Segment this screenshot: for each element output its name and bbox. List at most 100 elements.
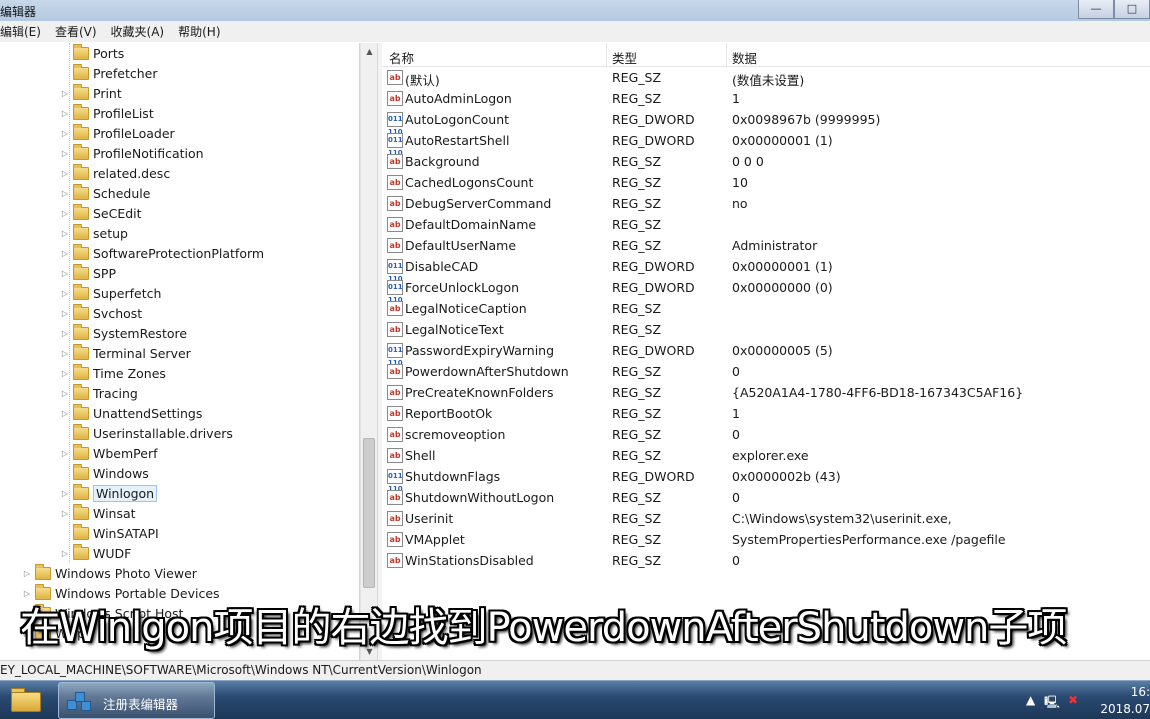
volume-muted-icon[interactable]: ✖ bbox=[1068, 693, 1078, 707]
expand-arrow-icon[interactable]: ▷ bbox=[60, 409, 70, 418]
menu-favorites[interactable]: 收藏夹(A) bbox=[104, 23, 172, 40]
table-row[interactable]: 011 110 AutoLogonCount REG_DWORD 0x0098967b… bbox=[382, 109, 1150, 136]
expand-arrow-icon[interactable]: ▷ bbox=[22, 569, 32, 578]
table-row[interactable]: ab (默认) REG_SZ (数值未设置) bbox=[382, 67, 1150, 88]
tree-node[interactable]: ▷ Svchost bbox=[60, 303, 142, 323]
registry-tree[interactable]: Ports Prefetcher ▷ Print ▷ ProfileList ▷ Profil… bbox=[0, 43, 360, 660]
table-row[interactable]: ab ShutdownWithoutLogon REG_SZ 0 bbox=[382, 487, 1150, 508]
table-row[interactable]: ab LegalNoticeText REG_SZ bbox=[382, 319, 1150, 340]
tree-node[interactable]: Prefetcher bbox=[60, 63, 158, 83]
value-list[interactable]: 名称 类型 数据 ab (默认) REG_SZ (数值未设置) ab AutoAdminL… bbox=[382, 43, 1150, 660]
menu-help[interactable]: 帮助(H) bbox=[171, 23, 227, 40]
column-name-header[interactable]: 名称 bbox=[389, 48, 414, 67]
table-row[interactable]: ab VMApplet REG_SZ SystemPropertiesPerforma… bbox=[382, 529, 1150, 550]
expand-arrow-icon[interactable]: ▷ bbox=[60, 249, 70, 258]
table-row[interactable]: ab DefaultDomainName REG_SZ bbox=[382, 214, 1150, 235]
expand-arrow-icon[interactable]: ▷ bbox=[60, 549, 70, 558]
tree-node[interactable]: ▷ WUDF bbox=[60, 543, 131, 563]
table-row[interactable]: ab LegalNoticeCaption REG_SZ bbox=[382, 298, 1150, 319]
table-row[interactable]: ab ReportBootOk REG_SZ 1 bbox=[382, 403, 1150, 424]
value-name: DisableCAD bbox=[405, 259, 479, 274]
expand-arrow-icon[interactable]: ▷ bbox=[60, 89, 70, 98]
tree-node[interactable]: ▷ ProfileNotification bbox=[60, 143, 204, 163]
show-hidden-icons-icon[interactable]: ▲ bbox=[1026, 693, 1035, 707]
tree-node[interactable]: ▷ setup bbox=[60, 223, 128, 243]
expand-arrow-icon[interactable]: ▷ bbox=[60, 389, 70, 398]
tree-node[interactable]: ▷ SPP bbox=[60, 263, 116, 283]
menu-view[interactable]: 查看(V) bbox=[48, 23, 104, 40]
tree-node[interactable]: ▷ Winsat bbox=[60, 503, 136, 523]
tree-node[interactable]: ▷ SoftwareProtectionPlatform bbox=[60, 243, 264, 263]
tree-node[interactable]: ▷ ProfileList bbox=[60, 103, 154, 123]
tree-node[interactable]: ▷ Time Zones bbox=[60, 363, 166, 383]
video-caption: 在Winlgon项目的右边找到PowerdownAfterShutdown子项 bbox=[20, 605, 1067, 651]
table-row[interactable]: ab DebugServerCommand REG_SZ no bbox=[382, 193, 1150, 214]
expand-arrow-icon[interactable]: ▷ bbox=[60, 349, 70, 358]
value-data: 1 bbox=[732, 406, 740, 421]
minimize-button[interactable]: — bbox=[1078, 0, 1114, 19]
tree-node[interactable]: ▷ Terminal Server bbox=[60, 343, 191, 363]
clock[interactable]: 16: 2018.07 bbox=[1100, 684, 1150, 718]
table-row[interactable]: ab Shell REG_SZ explorer.exe bbox=[382, 445, 1150, 466]
expand-arrow-icon[interactable]: ▷ bbox=[60, 509, 70, 518]
expand-arrow-icon[interactable]: ▷ bbox=[60, 369, 70, 378]
table-row[interactable]: ab Userinit REG_SZ C:\Windows\system32\user… bbox=[382, 508, 1150, 529]
reg-sz-icon: ab bbox=[387, 385, 403, 400]
expand-arrow-icon[interactable]: ▷ bbox=[60, 269, 70, 278]
table-row[interactable]: ab AutoAdminLogon REG_SZ 1 bbox=[382, 88, 1150, 109]
tree-node[interactable]: Windows bbox=[60, 463, 149, 483]
tree-node[interactable]: ▷ UnattendSettings bbox=[60, 403, 202, 423]
expand-arrow-icon[interactable]: ▷ bbox=[60, 329, 70, 338]
table-row[interactable]: ab WinStationsDisabled REG_SZ 0 bbox=[382, 550, 1150, 571]
expand-arrow-icon[interactable]: ▷ bbox=[60, 189, 70, 198]
expand-arrow-icon[interactable]: ▷ bbox=[60, 129, 70, 138]
tree-node[interactable]: ▷ Tracing bbox=[60, 383, 138, 403]
tree-node[interactable]: ▷ SystemRestore bbox=[60, 323, 187, 343]
table-row[interactable]: ab scremoveoption REG_SZ 0 bbox=[382, 424, 1150, 445]
tree-node[interactable]: WinSATAPI bbox=[60, 523, 159, 543]
expand-arrow-icon[interactable]: ▷ bbox=[60, 289, 70, 298]
table-row[interactable]: 011 110 PasswordExpiryWarning REG_DWORD 0x0… bbox=[382, 340, 1150, 367]
expand-arrow-icon[interactable]: ▷ bbox=[60, 489, 70, 498]
scroll-up-icon[interactable]: ▲ bbox=[361, 43, 378, 60]
tree-scrollbar[interactable]: ▲ ▼ bbox=[360, 43, 377, 660]
column-type-header[interactable]: 类型 bbox=[612, 48, 637, 67]
tree-node[interactable]: ▷ WbemPerf bbox=[60, 443, 157, 463]
table-row[interactable]: ab Background REG_SZ 0 0 0 bbox=[382, 151, 1150, 172]
table-row[interactable]: ab PreCreateKnownFolders REG_SZ {A520A1A4-1… bbox=[382, 382, 1150, 403]
value-name: CachedLogonsCount bbox=[405, 175, 534, 190]
scroll-thumb[interactable] bbox=[363, 438, 375, 588]
tree-node[interactable]: ▷ SeCEdit bbox=[60, 203, 142, 223]
tree-node[interactable]: Ports bbox=[60, 43, 124, 63]
maximize-button[interactable]: □ bbox=[1114, 0, 1150, 19]
menu-edit[interactable]: 编辑(E) bbox=[0, 23, 48, 40]
tree-node[interactable]: Userinstallable.drivers bbox=[60, 423, 233, 443]
table-row[interactable]: ab DefaultUserName REG_SZ Administrator bbox=[382, 235, 1150, 256]
expand-arrow-icon[interactable]: ▷ bbox=[60, 109, 70, 118]
tree-node[interactable]: ▷ Windows Photo Viewer bbox=[22, 563, 197, 583]
tree-node[interactable]: ▷ Superfetch bbox=[60, 283, 161, 303]
tree-node[interactable]: ▷ ProfileLoader bbox=[60, 123, 175, 143]
network-icon[interactable]: 🖳 bbox=[1044, 693, 1060, 714]
tree-node[interactable]: ▷ related.desc bbox=[60, 163, 170, 183]
tree-node[interactable]: ▷ Schedule bbox=[60, 183, 150, 203]
table-row[interactable]: ab PowerdownAfterShutdown REG_SZ 0 bbox=[382, 361, 1150, 382]
table-row[interactable]: 011 110 DisableCAD REG_DWORD 0x00000001 (1) bbox=[382, 256, 1150, 283]
table-row[interactable]: 011 110 AutoRestartShell REG_DWORD 0x000000… bbox=[382, 130, 1150, 157]
value-type: REG_SZ bbox=[612, 175, 662, 190]
table-row[interactable]: 011 110 ForceUnlockLogon REG_DWORD 0x000000… bbox=[382, 277, 1150, 304]
explorer-folder-icon[interactable] bbox=[8, 685, 44, 716]
table-row[interactable]: ab CachedLogonsCount REG_SZ 10 bbox=[382, 172, 1150, 193]
table-row[interactable]: 011 110 ShutdownFlags REG_DWORD 0x0000002b … bbox=[382, 466, 1150, 493]
expand-arrow-icon[interactable]: ▷ bbox=[60, 209, 70, 218]
column-data-header[interactable]: 数据 bbox=[732, 48, 757, 67]
expand-arrow-icon[interactable]: ▷ bbox=[60, 229, 70, 238]
expand-arrow-icon[interactable]: ▷ bbox=[60, 169, 70, 178]
tree-node[interactable]: ▷ Winlogon bbox=[60, 483, 158, 503]
expand-arrow-icon[interactable]: ▷ bbox=[60, 149, 70, 158]
tree-node[interactable]: ▷ Print bbox=[60, 83, 122, 103]
expand-arrow-icon[interactable]: ▷ bbox=[60, 309, 70, 318]
expand-arrow-icon[interactable]: ▷ bbox=[60, 449, 70, 458]
reg-sz-icon: ab bbox=[387, 154, 403, 169]
taskbar-regedit-button[interactable]: 注册表编辑器 bbox=[58, 682, 215, 719]
